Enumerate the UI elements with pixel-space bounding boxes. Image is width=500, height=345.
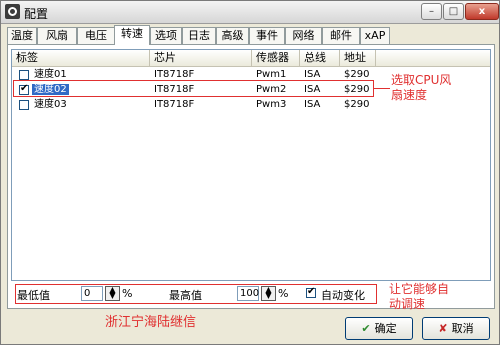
maximize-button[interactable]: □ <box>443 3 464 20</box>
cross-icon: ✘ <box>438 322 448 335</box>
header-chip[interactable]: 芯片 <box>150 50 252 66</box>
tab-xap[interactable]: xAP <box>360 27 390 44</box>
row-chip: IT8718F <box>154 99 195 110</box>
select-fan-note: 选取CPU风 扇速度 <box>391 73 452 102</box>
tab-log[interactable]: 日志 <box>182 27 216 44</box>
header-sensor[interactable]: 传感器 <box>252 50 300 66</box>
minimize-button[interactable]: – <box>421 3 442 20</box>
tab-options[interactable]: 选项 <box>150 27 182 44</box>
annotation-arrow <box>374 88 390 89</box>
tab-strip: 温度 风扇 电压 转速 选项 日志 高级 事件 网络 邮件 xAP <box>7 25 495 45</box>
header-label[interactable]: 标签 <box>12 50 150 66</box>
author-watermark: 浙江宁海陆继信 <box>105 315 197 330</box>
row-sensor: Pwm3 <box>256 99 287 110</box>
close-button[interactable]: x <box>465 3 499 20</box>
row-checkbox[interactable] <box>19 70 29 80</box>
tab-voltage[interactable]: 电压 <box>77 27 115 44</box>
tab-fan[interactable]: 风扇 <box>37 27 77 44</box>
ok-button[interactable]: ✔ 确定 <box>345 317 413 340</box>
tab-network[interactable]: 网络 <box>285 27 322 44</box>
tab-temperature[interactable]: 温度 <box>7 27 37 44</box>
window-title: 配置 <box>24 7 49 21</box>
row-checkbox[interactable] <box>19 100 29 110</box>
header-bus[interactable]: 总线 <box>300 50 340 66</box>
tab-speed[interactable]: 转速 <box>114 25 150 45</box>
app-icon <box>5 4 20 19</box>
checkmark-icon: ✔ <box>361 322 371 335</box>
cancel-button[interactable]: ✘ 取消 <box>422 317 490 340</box>
config-window: 配置 – □ x 温度 风扇 电压 转速 选项 日志 高级 事件 网络 邮件 x… <box>0 0 500 345</box>
tab-mail[interactable]: 邮件 <box>322 27 360 44</box>
selection-highlight-box <box>13 80 374 97</box>
title-bar: 配置 – □ x <box>1 1 499 24</box>
list-header: 标签 芯片 传感器 总线 地址 <box>12 50 490 67</box>
tab-events[interactable]: 事件 <box>249 27 285 44</box>
tab-advanced[interactable]: 高级 <box>216 27 249 44</box>
row-address: $290 <box>344 99 370 110</box>
row-label: 速度03 <box>34 99 67 110</box>
controls-highlight-box <box>15 284 377 304</box>
auto-speed-note: 让它能够自 动调速 <box>389 282 450 311</box>
header-address[interactable]: 地址 <box>340 50 376 66</box>
row-bus: ISA <box>304 99 321 110</box>
